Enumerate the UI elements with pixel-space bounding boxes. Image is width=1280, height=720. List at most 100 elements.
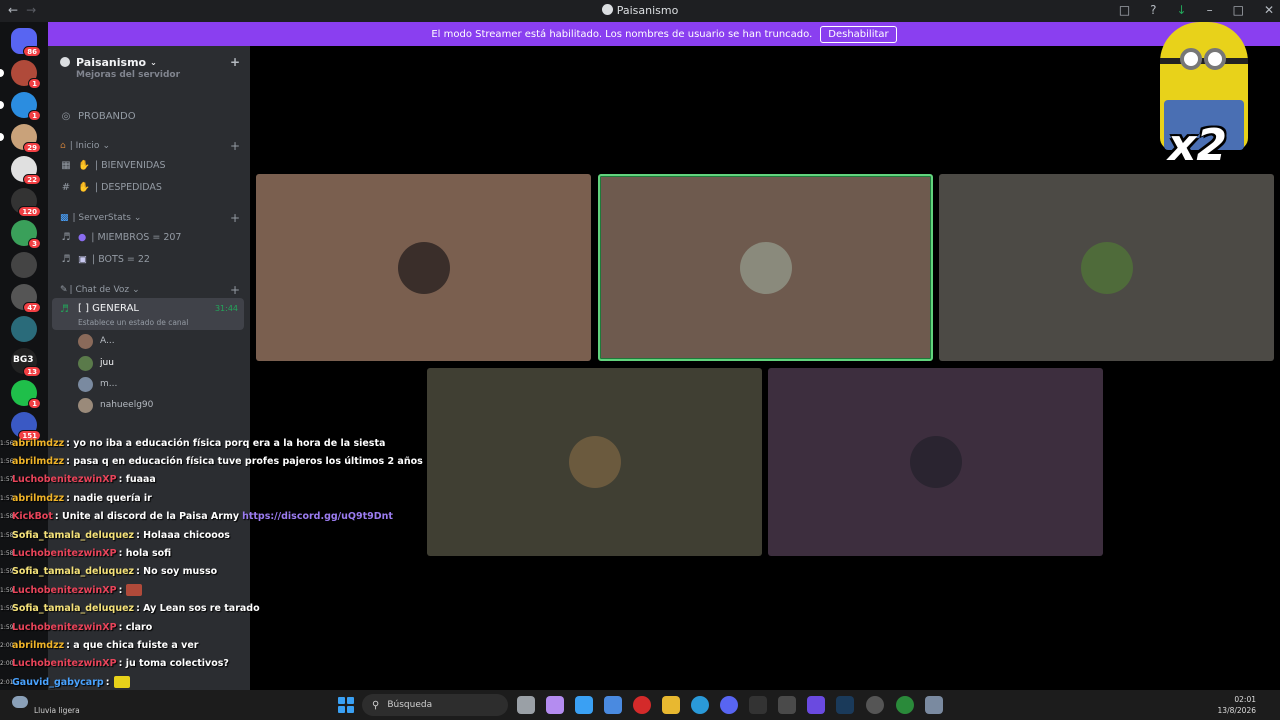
chat-timestamp: 1:59 (0, 568, 14, 576)
video-tile[interactable] (939, 174, 1274, 361)
chat-username[interactable]: Sofia_tamala_deluquez (12, 530, 134, 541)
chat-username[interactable]: abrilmdzz (12, 456, 64, 467)
channel-miembros[interactable]: ♬ ● | MIEMBROS = 207 (56, 227, 244, 247)
chat-username[interactable]: Sofia_tamala_deluquez (12, 566, 134, 577)
opera-icon[interactable] (633, 696, 651, 714)
create-channel-icon[interactable]: + (230, 139, 240, 153)
set-channel-status[interactable]: Establece un estado de canal (78, 318, 188, 327)
chat-timestamp: 1:57 (0, 494, 14, 502)
voice-user[interactable]: A... (78, 332, 228, 350)
server-icon-2[interactable]: 29 (0, 124, 41, 153)
channel-miembros-label: | MIEMBROS = 207 (91, 231, 182, 243)
avatar (78, 355, 93, 371)
video-tile-speaking[interactable] (598, 174, 933, 361)
start-button[interactable] (338, 697, 354, 713)
app-icon[interactable] (807, 696, 825, 714)
stream-chat-overlay: 1:56 abrilmdzz: yo no iba a educación fís… (0, 432, 423, 712)
voice-user[interactable]: juu (78, 354, 228, 372)
chat-message: 1:58 KickBot: Unite al discord de la Pais… (0, 508, 393, 526)
clock-date: 13/8/2026 (1217, 706, 1256, 715)
invite-people-icon[interactable]: + (230, 55, 240, 69)
chat-username[interactable]: abrilmdzz (12, 493, 64, 504)
chat-username[interactable]: LuchobenitezwinXP (12, 548, 117, 559)
chat-username[interactable]: LuchobenitezwinXP (12, 622, 117, 633)
chevron-down-icon: ⌄ (133, 213, 142, 223)
server-header[interactable]: Paisanismo ⌄ + Mejoras del servidor (48, 46, 250, 80)
video-tile[interactable] (768, 368, 1103, 556)
search-icon: ⚲ (372, 699, 380, 711)
channel-bots[interactable]: ♬ ▣ | BOTS = 22 (56, 249, 244, 269)
search-box[interactable]: ⚲ Búsqueda (362, 694, 508, 716)
store-icon[interactable] (604, 696, 622, 714)
weather-text[interactable]: Lluvia ligera (34, 706, 80, 715)
chrome-icon[interactable] (896, 696, 914, 714)
create-channel-icon[interactable]: + (230, 283, 240, 297)
terminal-icon[interactable] (749, 696, 767, 714)
server-label: BG3 (13, 355, 34, 365)
server-icon-1[interactable]: 1 (0, 92, 41, 121)
chat-text: : Ay Lean sos re tarado (136, 603, 260, 615)
server-icon-4[interactable]: 120 (11, 188, 41, 217)
server-icon (601, 4, 613, 15)
server-icon-9[interactable]: BG3 13 (11, 348, 41, 377)
channel-bienvenidas-label: | BIENVENIDAS (94, 159, 166, 171)
channel-probando[interactable]: ◎ PROBANDO (56, 106, 244, 126)
server-icon-0[interactable]: 1 (0, 60, 41, 89)
steam-icon[interactable] (836, 696, 854, 714)
chat-message: 1:59 LuchobenitezwinXP: claro (0, 618, 152, 636)
category-chat-de-voz[interactable]: ✎ | Chat de Voz ⌄ + (56, 282, 244, 298)
category-serverstats[interactable]: ▩ | ServerStats ⌄ + (56, 210, 244, 226)
chat-message: 1:59 Sofia_tamala_deluquez: Ay Lean sos r… (0, 600, 260, 618)
direct-messages-button[interactable]: 86 (11, 28, 41, 57)
server-icon-6[interactable] (11, 252, 37, 278)
server-icon-5[interactable]: 3 (11, 220, 41, 249)
server-icon-3[interactable]: 22 (11, 156, 41, 185)
video-tile[interactable] (427, 368, 762, 556)
voice-user[interactable]: nahueelg90 (78, 396, 228, 414)
chat-username[interactable]: Sofia_tamala_deluquez (12, 603, 134, 614)
chat-username[interactable]: abrilmdzz (12, 640, 64, 651)
task-view-icon[interactable] (517, 696, 535, 714)
avatar (909, 436, 962, 488)
server-icon-7[interactable]: 47 (11, 284, 41, 313)
file-explorer-icon[interactable] (662, 696, 680, 714)
chat-username[interactable]: LuchobenitezwinXP (12, 658, 117, 669)
voice-channel-general[interactable]: ♬ [ ] GENERAL 31:44 Establece un estado … (52, 298, 244, 330)
chat-username[interactable]: Gauvid_gabycarp (12, 677, 104, 688)
chat-message: 1:59 Sofia_tamala_deluquez: No soy musso (0, 563, 217, 581)
speaker-locked-icon: ♬ (61, 253, 71, 265)
server-icon-8[interactable] (11, 316, 37, 342)
avatar (568, 436, 621, 488)
system-clock[interactable]: 02:01 13/8/2026 (1218, 694, 1256, 716)
disable-streamer-button[interactable]: Deshabilitar (820, 25, 897, 43)
create-channel-icon[interactable]: + (230, 211, 240, 225)
server-boost-link[interactable]: Mejoras del servidor (76, 70, 180, 80)
category-inicio[interactable]: ⌂ | Inicio ⌄ + (56, 138, 244, 154)
gear-app-icon[interactable] (778, 696, 796, 714)
voice-user[interactable]: m... (78, 375, 228, 393)
chat-username[interactable]: abrilmdzz (12, 438, 64, 449)
pen-app-icon[interactable] (546, 696, 564, 714)
settings-icon[interactable] (925, 696, 943, 714)
chat-timestamp: 1:56 (0, 439, 14, 447)
video-tile[interactable] (256, 174, 591, 361)
chat-username[interactable]: KickBot (12, 511, 53, 522)
channel-despedidas[interactable]: # ✋ | DESPEDIDAS (56, 177, 244, 197)
server-icon-10[interactable]: 1 (11, 380, 41, 409)
chat-username[interactable]: LuchobenitezwinXP (12, 585, 117, 596)
channel-bienvenidas[interactable]: ▦ ✋ | BIENVENIDAS (56, 155, 244, 175)
chat-link[interactable]: https://discord.gg/uQ9t9Dnt (242, 511, 393, 522)
discord-icon[interactable] (720, 696, 738, 714)
edge-icon[interactable] (691, 696, 709, 714)
chat-message: 1:59 LuchobenitezwinXP: (0, 581, 143, 599)
inbox-icon[interactable]: □ (1119, 3, 1130, 17)
copilot-icon[interactable] (575, 696, 593, 714)
title-bar: ← → Paisanismo □ ? ↓ – □ ✕ (0, 0, 1280, 22)
wave-hand-icon: ✋ (78, 159, 90, 171)
chevron-down-icon: ⌄ (132, 285, 140, 295)
obs-icon[interactable] (866, 696, 884, 714)
chevron-down-icon: ⌄ (102, 141, 110, 151)
avatar (78, 397, 93, 413)
chat-timestamp: 1:57 (0, 476, 14, 484)
chat-username[interactable]: LuchobenitezwinXP (12, 474, 117, 485)
